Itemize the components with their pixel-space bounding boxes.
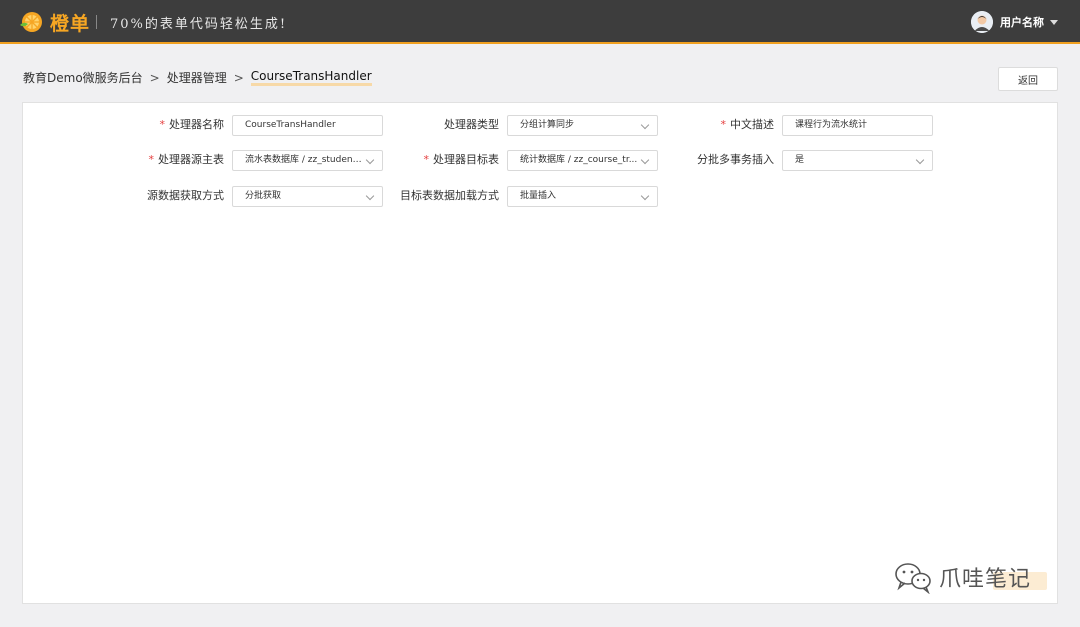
target-load-select[interactable]: 批量插入 (507, 186, 658, 207)
user-avatar-icon (971, 11, 993, 33)
chevron-down-icon (640, 155, 650, 165)
user-name: 用户名称 (1000, 16, 1044, 29)
batch-insert-label: 分批多事务插入 (697, 153, 774, 166)
target-table-label: * 处理器目标表 (423, 153, 500, 166)
handler-name-input[interactable]: CourseTransHandler (232, 115, 383, 136)
brand-slogan: 70%的表单代码轻松生成! (110, 17, 288, 32)
source-table-label: * 处理器源主表 (148, 153, 225, 166)
brand-divider (96, 15, 97, 29)
cn-desc-input[interactable]: 课程行为流水统计 (782, 115, 933, 136)
back-button[interactable]: 返回 (998, 67, 1058, 91)
watermark: 爪哇笔记 (893, 560, 1031, 594)
breadcrumb-item-handler-management[interactable]: 处理器管理 (167, 69, 227, 86)
cn-desc-label: * 中文描述 (720, 118, 775, 131)
source-table-select[interactable]: 流水表数据库 / zz_student_... (232, 150, 383, 171)
chevron-down-icon (915, 155, 925, 165)
breadcrumb-separator: > (233, 70, 244, 85)
watermark-text: 爪哇笔记 (939, 567, 1032, 592)
brand-name[interactable]: 橙单 (50, 9, 90, 36)
target-load-label: 目标表数据加载方式 (400, 189, 499, 202)
chevron-down-icon (640, 120, 650, 130)
user-menu[interactable]: 用户名称 (971, 10, 1058, 34)
handler-type-label: 处理器类型 (444, 118, 499, 131)
top-navbar: 橙单 70%的表单代码轻松生成! 用户名称 (0, 0, 1080, 44)
target-table-select[interactable]: 统计数据库 / zz_course_tr... (507, 150, 658, 171)
handler-name-label: * 处理器名称 (159, 118, 225, 131)
orange-logo-icon (20, 12, 42, 32)
breadcrumb-item-home[interactable]: 教育Demo微服务后台 (23, 69, 143, 86)
breadcrumb-current: CourseTransHandler (250, 69, 372, 86)
chevron-down-icon (365, 155, 375, 165)
handler-type-select[interactable]: 分组计算同步 (507, 115, 658, 136)
caret-down-icon (1050, 19, 1058, 25)
chevron-down-icon (365, 191, 375, 201)
form-panel (22, 102, 1058, 604)
source-fetch-label: 源数据获取方式 (147, 189, 224, 202)
chevron-down-icon (640, 191, 650, 201)
breadcrumb-separator: > (149, 70, 160, 85)
breadcrumb: 教育Demo微服务后台 > 处理器管理 > CourseTransHandler (23, 69, 372, 86)
wechat-icon (895, 563, 931, 594)
source-fetch-select[interactable]: 分批获取 (232, 186, 383, 207)
batch-insert-select[interactable]: 是 (782, 150, 933, 171)
